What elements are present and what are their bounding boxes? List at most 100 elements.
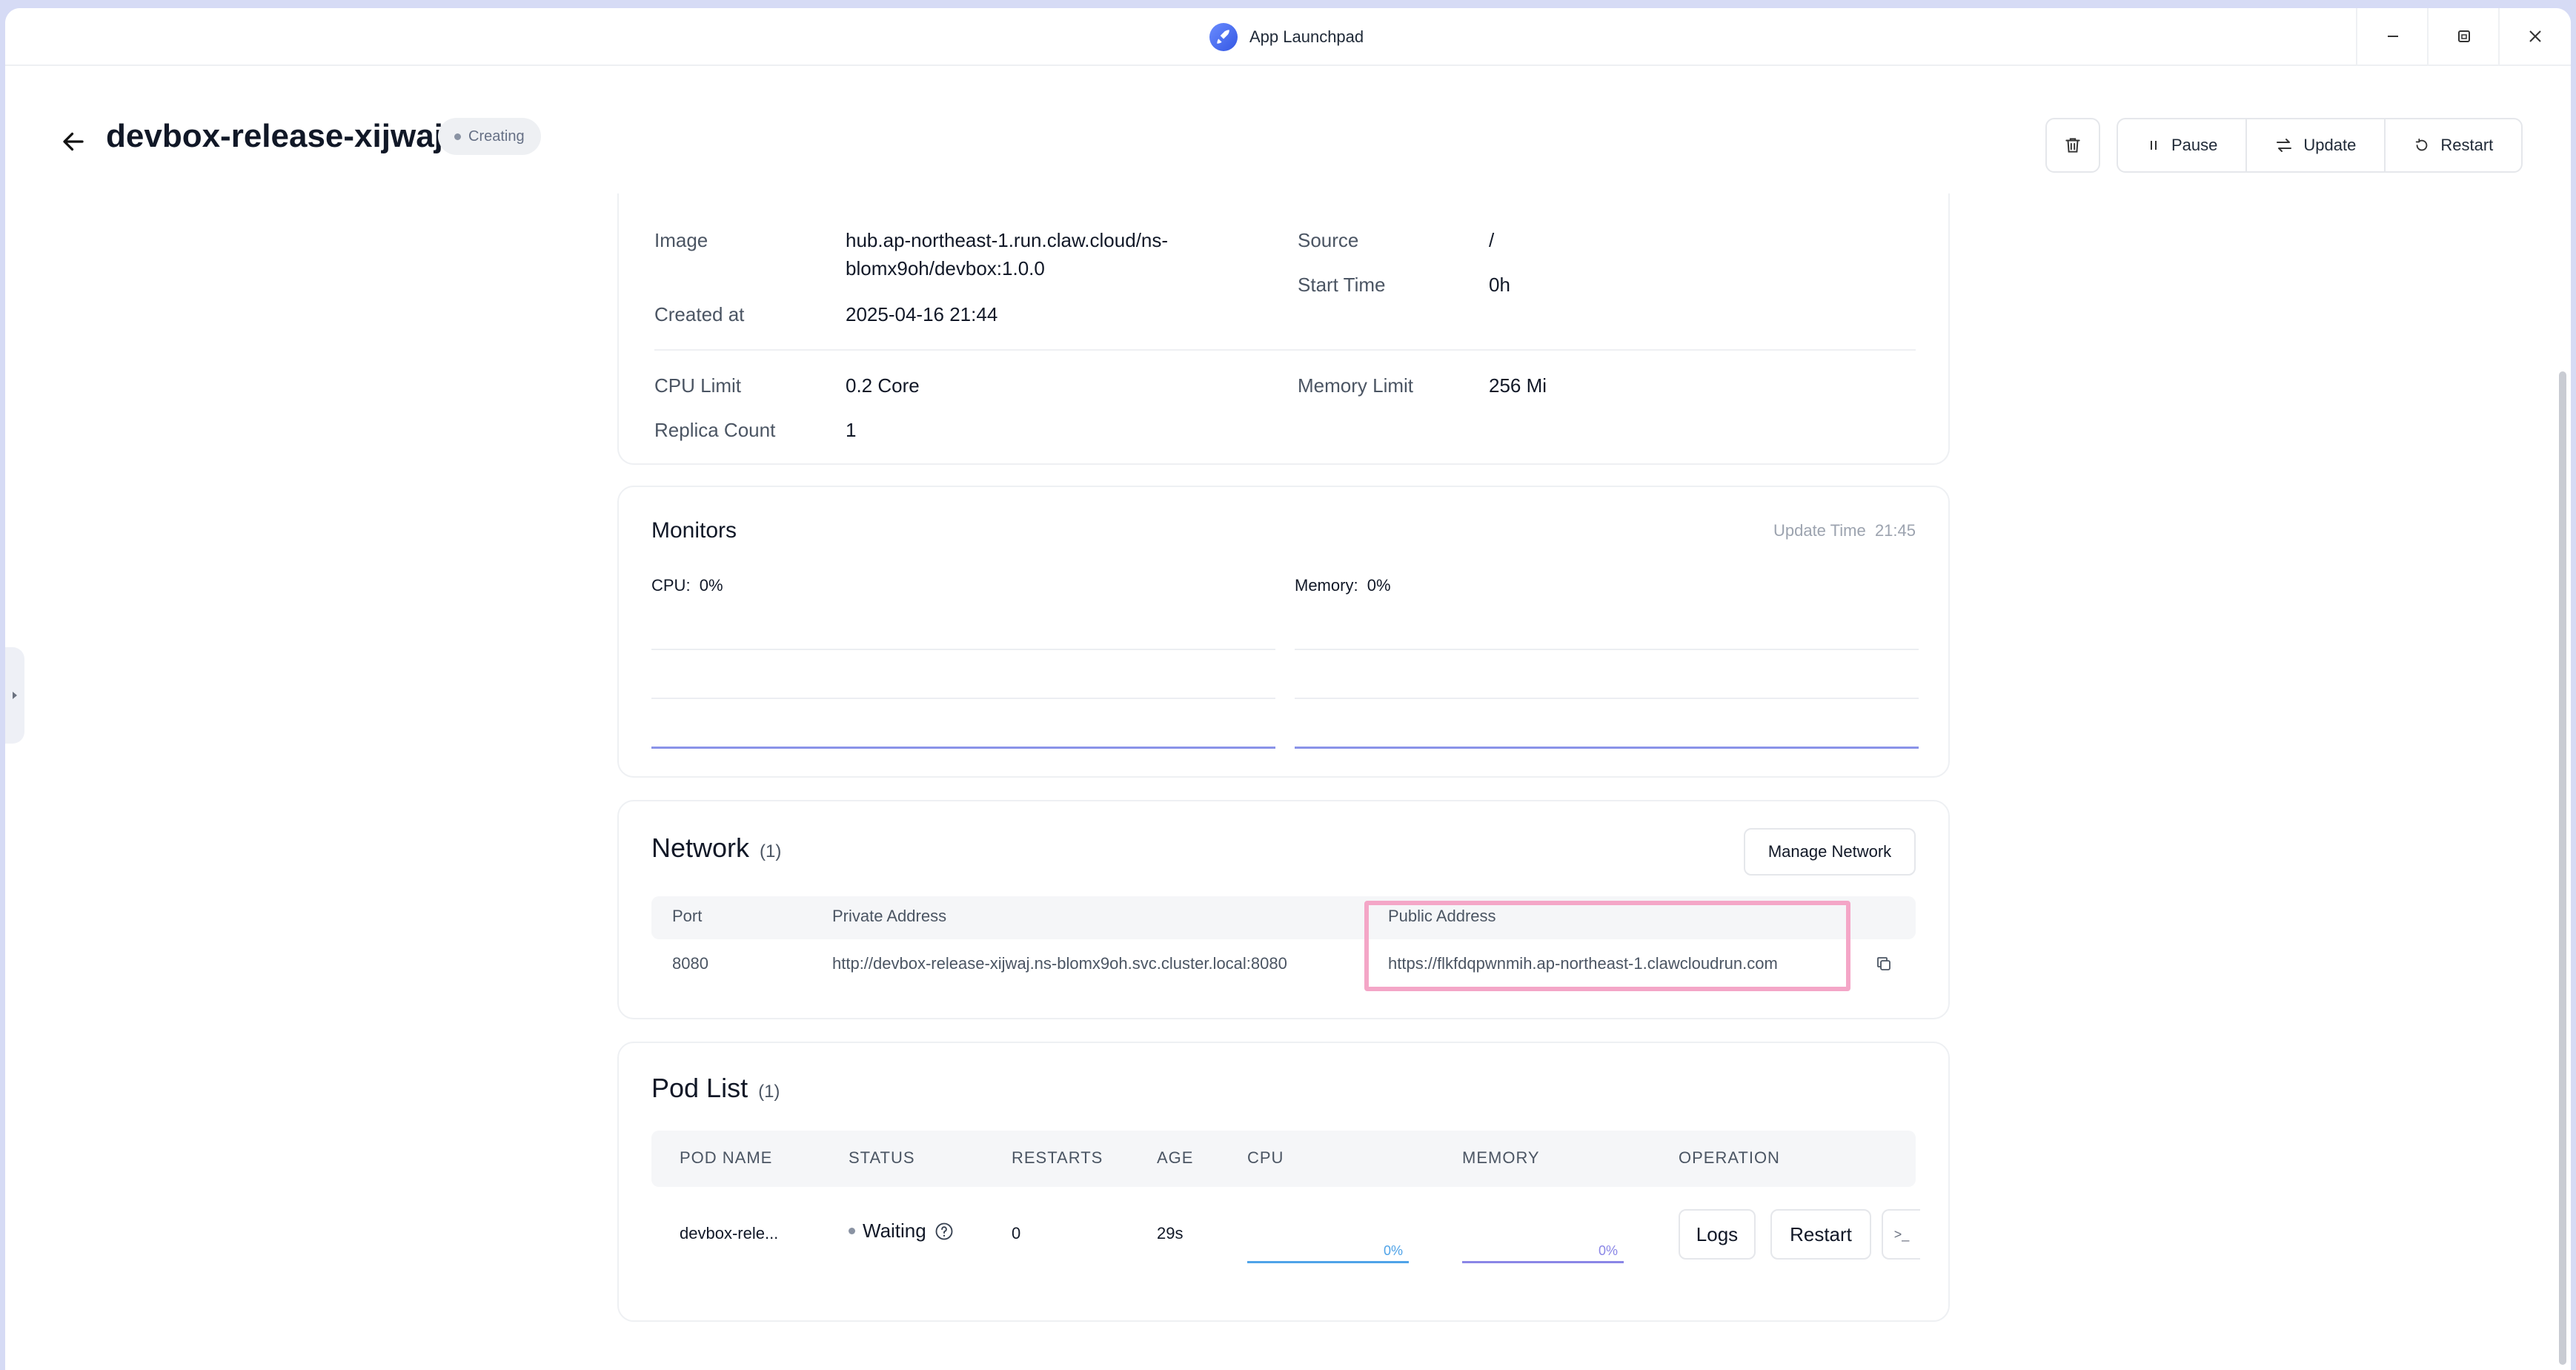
pod-memory-percent: 0% — [1599, 1243, 1619, 1258]
info-divider — [654, 349, 1916, 351]
action-button-group: Pause Update Restart — [2117, 118, 2523, 173]
minimize-icon — [2388, 36, 2398, 37]
maximize-button[interactable] — [2427, 8, 2500, 64]
app-info-card: Image hub.ap-northeast-1.run.claw.cloud/… — [617, 193, 1950, 465]
scrollbar-thumb[interactable] — [2559, 371, 2566, 1365]
status-badge: Creating — [438, 118, 541, 155]
replica-count-label: Replica Count — [654, 419, 776, 441]
help-icon[interactable] — [934, 1221, 955, 1242]
column-pod-name: POD NAME — [680, 1148, 773, 1167]
start-time-label: Start Time — [1298, 274, 1386, 296]
app-window: App Launchpad devbox-release-xijwaj Crea… — [5, 8, 2571, 1370]
pod-list-card: Pod List (1) POD NAME STATUS RESTARTS AGE… — [617, 1042, 1950, 1322]
trash-icon — [2065, 138, 2080, 153]
pod-status: Waiting — [849, 1220, 955, 1242]
arrow-left-icon — [63, 132, 84, 151]
update-label: Update — [2303, 136, 2357, 154]
window-title-group: App Launchpad — [1209, 23, 1364, 51]
network-port: 8080 — [672, 954, 708, 973]
close-button[interactable] — [2498, 8, 2571, 64]
memory-monitor-label: Memory: 0% — [1295, 576, 1391, 595]
logs-button[interactable]: Logs — [1679, 1209, 1756, 1260]
back-button[interactable] — [57, 125, 90, 158]
update-time-label: Update Time — [1773, 521, 1866, 540]
pause-label: Pause — [2171, 136, 2218, 154]
start-time-value: 0h — [1489, 274, 1510, 296]
column-restarts: RESTARTS — [1012, 1148, 1103, 1167]
private-address: http://devbox-release-xijwaj.ns-blomx9oh… — [832, 954, 1287, 973]
pod-age: 29s — [1157, 1224, 1184, 1242]
monitors-title: Monitors — [651, 518, 737, 543]
page-title: devbox-release-xijwaj — [106, 118, 443, 154]
column-port: Port — [672, 907, 703, 925]
minimize-button[interactable] — [2356, 8, 2429, 64]
pod-count: (1) — [758, 1082, 780, 1102]
pod-list-title-text: Pod List — [651, 1073, 748, 1103]
copy-button[interactable] — [1871, 951, 1896, 976]
pod-status-label: Waiting — [863, 1220, 926, 1242]
restart-label: Restart — [2440, 136, 2494, 154]
column-operation: OPERATION — [1679, 1148, 1780, 1167]
cpu-limit-label: CPU Limit — [654, 374, 742, 397]
swap-icon — [2277, 139, 2292, 152]
image-value-line1: hub.ap-northeast-1.run.claw.cloud/ns- — [846, 229, 1169, 251]
network-count: (1) — [760, 841, 782, 861]
restart-button[interactable]: Restart — [2384, 119, 2521, 171]
update-time: Update Time 21:45 — [1773, 521, 1916, 540]
network-card: Network (1) Manage Network Port Private A… — [617, 800, 1950, 1019]
pod-status-dot — [849, 1228, 855, 1234]
close-icon — [2529, 30, 2541, 42]
cpu-chart-line — [651, 747, 1275, 749]
pod-list-title: Pod List (1) — [651, 1073, 780, 1104]
pod-restart-button[interactable]: Restart — [1770, 1209, 1871, 1260]
memory-limit-value: 256 Mi — [1489, 374, 1547, 397]
created-value: 2025-04-16 21:44 — [846, 303, 998, 325]
network-title: Network (1) — [651, 833, 781, 864]
cpu-gridline — [651, 698, 1275, 699]
title-bar: App Launchpad — [5, 8, 2571, 66]
column-memory: MEMORY — [1462, 1148, 1540, 1167]
cpu-gridline — [651, 649, 1275, 650]
pod-memory-bar — [1462, 1261, 1624, 1263]
column-status: STATUS — [849, 1148, 915, 1167]
memory-chart-line — [1295, 747, 1919, 749]
column-cpu: CPU — [1247, 1148, 1284, 1167]
source-value: / — [1489, 229, 1495, 251]
pod-cpu-bar — [1247, 1261, 1409, 1263]
rocket-icon — [1209, 23, 1238, 51]
pod-restarts: 0 — [1012, 1224, 1021, 1242]
caret-right-icon — [13, 692, 17, 699]
replica-count-value: 1 — [846, 419, 857, 441]
copy-icon — [1877, 957, 1890, 970]
image-value-line2: blomx9oh/devbox:1.0.0 — [846, 257, 1045, 279]
cpu-monitor-key: CPU: — [651, 576, 691, 595]
network-title-text: Network — [651, 833, 750, 863]
sidebar-toggle[interactable] — [5, 647, 24, 744]
cpu-limit-value: 0.2 Core — [846, 374, 920, 397]
status-label: Creating — [468, 128, 525, 145]
source-label: Source — [1298, 229, 1359, 251]
created-label: Created at — [654, 303, 745, 325]
status-dot — [454, 133, 461, 140]
pod-name: devbox-rele... — [680, 1224, 779, 1242]
public-address-highlight — [1364, 901, 1850, 991]
maximize-icon — [2458, 30, 2470, 42]
cpu-monitor-value: 0% — [699, 576, 723, 595]
memory-monitor-key: Memory: — [1295, 576, 1358, 595]
memory-gridline — [1295, 698, 1919, 699]
column-age: AGE — [1157, 1148, 1194, 1167]
restart-icon — [2416, 138, 2428, 151]
terminal-button[interactable]: >_ — [1882, 1209, 1920, 1260]
pause-icon — [2151, 141, 2157, 150]
pod-cpu-percent: 0% — [1384, 1243, 1404, 1258]
cpu-monitor-label: CPU: 0% — [651, 576, 723, 595]
pause-button[interactable]: Pause — [2118, 119, 2245, 171]
update-button[interactable]: Update — [2245, 119, 2384, 171]
manage-network-button[interactable]: Manage Network — [1744, 828, 1916, 876]
app-header: devbox-release-xijwaj Creating Pause Upd… — [5, 66, 2571, 207]
delete-button[interactable] — [2045, 118, 2100, 173]
image-label: Image — [654, 229, 708, 251]
memory-monitor-value: 0% — [1367, 576, 1391, 595]
memory-limit-label: Memory Limit — [1298, 374, 1414, 397]
update-time-value: 21:45 — [1874, 521, 1916, 540]
